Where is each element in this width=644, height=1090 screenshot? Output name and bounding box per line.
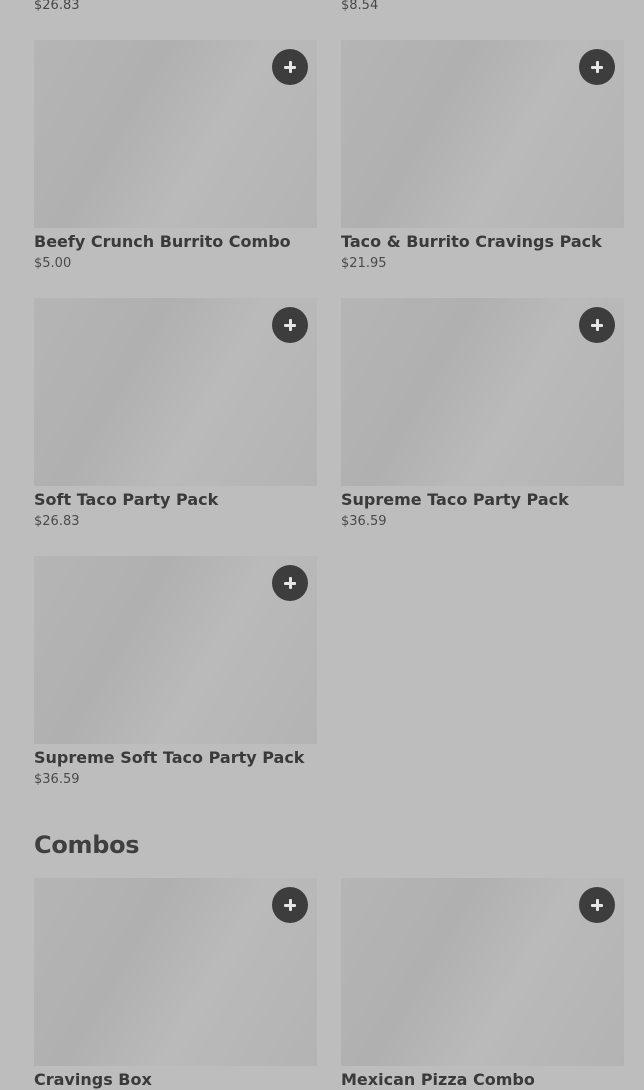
plus-icon — [284, 577, 296, 589]
menu-item-card[interactable]: Taco & Burrito Cravings Pack $21.95 — [341, 40, 624, 274]
item-price: $8.54 — [341, 0, 379, 13]
plus-icon — [284, 319, 296, 331]
item-image[interactable] — [341, 298, 624, 486]
item-image[interactable] — [341, 40, 624, 228]
menu-page: $26.83 $8.54 Beefy Crunch Burrito Combo … — [0, 0, 644, 1090]
item-name[interactable]: Beefy Crunch Burrito Combo — [34, 232, 317, 252]
item-name[interactable]: Soft Taco Party Pack — [34, 490, 317, 510]
combos-grid: Cravings Box Mexican Pizza Combo — [34, 878, 624, 1090]
plus-icon — [591, 899, 603, 911]
add-to-cart-button[interactable] — [272, 565, 308, 601]
item-name[interactable]: Supreme Soft Taco Party Pack — [34, 748, 317, 768]
item-name[interactable]: Mexican Pizza Combo — [341, 1070, 624, 1090]
item-image[interactable] — [341, 878, 624, 1066]
menu-item-card[interactable]: Supreme Taco Party Pack $36.59 — [341, 298, 624, 532]
item-image[interactable] — [34, 298, 317, 486]
plus-icon — [591, 61, 603, 73]
plus-icon — [591, 319, 603, 331]
item-image[interactable] — [34, 878, 317, 1066]
item-image[interactable] — [34, 40, 317, 228]
item-price: $26.83 — [34, 514, 80, 529]
item-image[interactable] — [34, 556, 317, 744]
menu-item-card[interactable]: Cravings Box — [34, 878, 317, 1090]
item-price: $26.83 — [34, 0, 80, 13]
menu-item-card[interactable]: Soft Taco Party Pack $26.83 — [34, 298, 317, 532]
add-to-cart-button[interactable] — [579, 49, 615, 85]
plus-icon — [284, 899, 296, 911]
item-price: $36.59 — [341, 514, 387, 529]
item-name[interactable]: Cravings Box — [34, 1070, 317, 1090]
add-to-cart-button[interactable] — [579, 887, 615, 923]
item-name[interactable]: Supreme Taco Party Pack — [341, 490, 624, 510]
add-to-cart-button[interactable] — [272, 49, 308, 85]
item-name[interactable]: Taco & Burrito Cravings Pack — [341, 232, 624, 252]
plus-icon — [284, 61, 296, 73]
menu-item-card[interactable]: Mexican Pizza Combo — [341, 878, 624, 1090]
item-price: $5.00 — [34, 256, 72, 271]
section-title-combos: Combos — [34, 831, 140, 859]
previous-row-prices: $26.83 $8.54 — [0, 0, 644, 20]
add-to-cart-button[interactable] — [579, 307, 615, 343]
item-price: $21.95 — [341, 256, 387, 271]
menu-item-card[interactable]: Supreme Soft Taco Party Pack $36.59 — [34, 556, 317, 790]
add-to-cart-button[interactable] — [272, 887, 308, 923]
add-to-cart-button[interactable] — [272, 307, 308, 343]
menu-item-card[interactable]: Beefy Crunch Burrito Combo $5.00 — [34, 40, 317, 274]
item-price: $36.59 — [34, 772, 80, 787]
menu-item-grid: Beefy Crunch Burrito Combo $5.00 Taco & … — [34, 40, 624, 790]
